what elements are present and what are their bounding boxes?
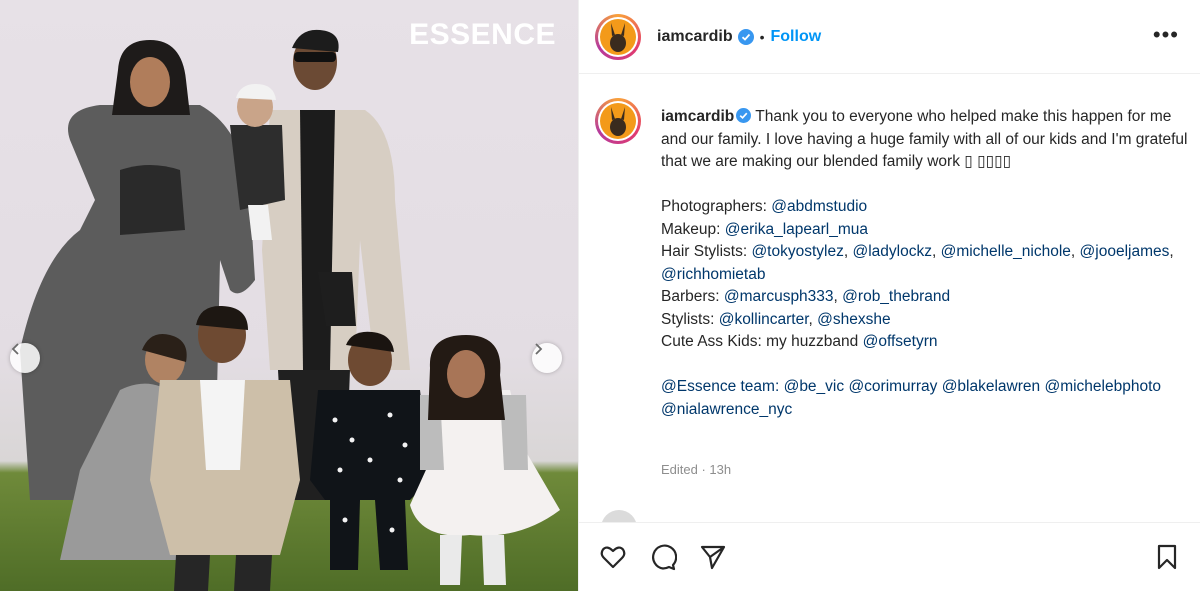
mention-link[interactable]: @abdmstudio	[771, 198, 867, 215]
verified-badge-icon	[737, 28, 754, 45]
post-header: iamcardib • Follow •••	[579, 0, 1200, 74]
next-comment-peek	[595, 510, 1195, 522]
carousel-prev-button[interactable]	[10, 343, 40, 373]
credit-line: Stylists: @kollincarter, @shexshe	[661, 310, 891, 328]
credit-label: Hair Stylists:	[661, 243, 752, 260]
separator-dot: •	[759, 28, 765, 45]
verified-badge-icon	[736, 108, 752, 123]
credit-label: Photographers:	[661, 198, 772, 215]
essence-team-line: @Essence team: @be_vic @corimurray @blak…	[661, 376, 1191, 421]
credit-label: Makeup:	[661, 220, 725, 238]
credit-line: Cute Ass Kids: my huzzband @offsetyrn	[661, 331, 1191, 354]
mention-link[interactable]: @offsetyrn	[863, 333, 938, 350]
mention-link[interactable]: @nialawrence_nyc	[661, 401, 792, 418]
magazine-logo: ESSENCE	[409, 18, 556, 51]
avatar	[601, 510, 637, 522]
mention-link[interactable]: @michelebphoto	[1044, 378, 1161, 395]
credit-line: Hair Stylists: @tokyostylez, @ladylockz,…	[661, 243, 1174, 283]
follow-button[interactable]: Follow	[771, 28, 822, 46]
avatar[interactable]	[595, 13, 641, 60]
carousel-next-button[interactable]	[532, 343, 562, 373]
credit-label: Stylists:	[661, 310, 719, 328]
comments-scroll-area[interactable]: iamcardib Thank you to everyone who helpe…	[579, 74, 1200, 524]
mention-link[interactable]: @marcusph333	[724, 288, 834, 305]
bookmark-icon[interactable]	[1153, 543, 1181, 571]
header-username[interactable]: iamcardib	[657, 28, 733, 46]
avatar-ring	[598, 16, 638, 57]
mention-link[interactable]: @michelle_nichole	[941, 243, 1071, 260]
family-photo-illustration	[20, 29, 560, 591]
heart-icon[interactable]	[599, 543, 627, 571]
mention-link[interactable]: @corimurray	[848, 378, 937, 395]
credits-list: Photographers: @abdmstudio Makeup: @erika…	[661, 196, 1191, 354]
mention-link[interactable]: @shexshe	[817, 311, 890, 328]
post-caption: iamcardib Thank you to everyone who helpe…	[661, 106, 1191, 421]
caption-username[interactable]: iamcardib	[661, 108, 734, 125]
mention-link[interactable]: @richhomietab	[661, 266, 765, 283]
credit-label: Cute Ass Kids: my huzzband	[661, 333, 863, 350]
mention-link[interactable]: @be_vic	[784, 378, 845, 395]
mention-link[interactable]: @blakelawren	[942, 378, 1040, 395]
credit-line: Photographers: @abdmstudio	[661, 196, 1191, 219]
credit-line: Makeup: @erika_lapearl_mua	[661, 219, 1191, 242]
bunny-avatar-image	[600, 18, 636, 55]
mention-link[interactable]: @erika_lapearl_mua	[725, 221, 868, 238]
more-options-icon[interactable]: •••	[1153, 22, 1179, 48]
mention-link[interactable]: @Essence team:	[661, 378, 779, 395]
caption-avatar[interactable]	[595, 98, 641, 144]
comment-icon[interactable]	[649, 543, 678, 571]
action-bar	[579, 522, 1200, 591]
avatar-ring	[598, 101, 638, 141]
mention-link[interactable]: @tokyostylez	[751, 243, 843, 260]
mention-link[interactable]: @ladylockz	[852, 243, 931, 260]
bunny-avatar-image	[600, 103, 636, 139]
credit-label: Barbers:	[661, 288, 724, 305]
mention-link[interactable]: @jooeljames	[1080, 243, 1170, 260]
post-photo[interactable]: ESSENCE	[0, 0, 578, 591]
mention-link[interactable]: @kollincarter	[719, 311, 809, 328]
post-timestamp[interactable]: Edited · 13h	[661, 462, 731, 477]
send-icon[interactable]	[699, 543, 727, 571]
credit-line: Barbers: @marcusph333, @rob_thebrand	[661, 288, 951, 305]
post-sidebar: iamcardib • Follow ••• iamcardib Thank yo	[578, 0, 1200, 591]
mention-link[interactable]: @rob_thebrand	[842, 288, 950, 305]
